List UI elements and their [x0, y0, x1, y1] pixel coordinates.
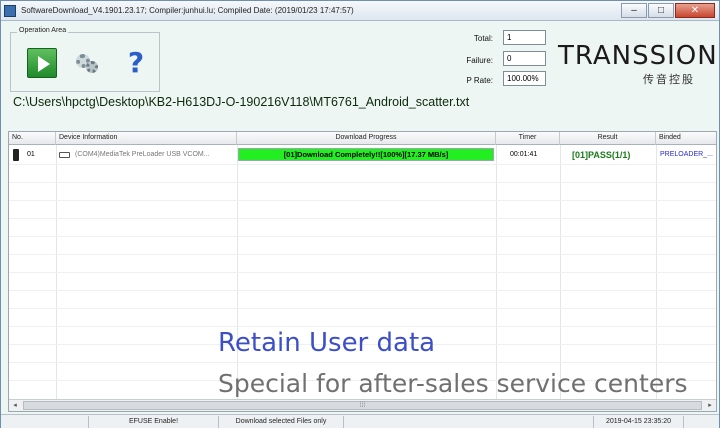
- total-field: 1: [503, 30, 546, 45]
- column-header-no[interactable]: No.: [9, 132, 56, 145]
- overlay-retain-user-data: Retain User data: [218, 328, 436, 358]
- download-progress-bar: [01]Download Completely!![100%][17.37 MB…: [238, 148, 494, 161]
- datetime-status: 2019-04-15 23:35:20: [594, 416, 684, 428]
- table-header: No. Device Information Download Progress…: [9, 132, 716, 145]
- title-bar[interactable]: SoftwareDownload_V4.1901.23.17; Compiler…: [1, 1, 719, 21]
- status-bar: EFUSE Enable! Download selected Files on…: [1, 414, 719, 428]
- app-icon: [4, 5, 16, 17]
- gear-icon[interactable]: [72, 48, 102, 78]
- scroll-left-icon[interactable]: ◂: [9, 400, 21, 411]
- window-title: SoftwareDownload_V4.1901.23.17; Compiler…: [21, 6, 354, 15]
- usb-icon: [59, 152, 70, 158]
- column-header-device[interactable]: Device Information: [56, 132, 237, 145]
- efuse-status: EFUSE Enable!: [89, 416, 219, 428]
- timer-value: 00:01:41: [510, 151, 538, 158]
- help-icon[interactable]: ?: [121, 48, 151, 78]
- close-button[interactable]: ✕: [675, 3, 715, 18]
- total-label: Total:: [473, 34, 493, 43]
- device-info: (COM4)MediaTek PreLoader USB VCOM...: [75, 151, 210, 158]
- column-header-progress[interactable]: Download Progress: [237, 132, 496, 145]
- download-progress-text: [01]Download Completely!![100%][17.37 MB…: [283, 150, 449, 159]
- horizontal-scrollbar[interactable]: ◂ ⁞⁞⁞ ▸: [9, 399, 716, 411]
- operation-area: Operation Area ?: [10, 27, 160, 92]
- column-header-timer[interactable]: Timer: [496, 132, 560, 145]
- scroll-right-icon[interactable]: ▸: [704, 400, 716, 411]
- table-row[interactable]: 01 (COM4)MediaTek PreLoader USB VCOM... …: [9, 146, 716, 164]
- result-value: [01]PASS(1/1): [572, 150, 631, 160]
- row-number: 01: [27, 151, 35, 158]
- play-icon[interactable]: [27, 48, 57, 78]
- maximize-button[interactable]: □: [648, 3, 674, 18]
- scatter-file-path: C:\Users\hpctg\Desktop\KB2-H613DJ-O-1902…: [13, 95, 470, 109]
- app-window: SoftwareDownload_V4.1901.23.17; Compiler…: [0, 0, 720, 428]
- transsion-logo-subtitle: 传音控股: [643, 74, 695, 86]
- failure-label: Failure:: [466, 56, 493, 65]
- prate-label: P Rate:: [466, 76, 493, 85]
- prate-field: 100.00%: [503, 71, 546, 86]
- phone-icon: [13, 149, 19, 161]
- binded-value: PRELOADER_...: [660, 151, 713, 158]
- overlay-service-centers: Special for after-sales service centers: [218, 369, 688, 398]
- download-mode-status: Download selected Files only: [219, 416, 344, 428]
- column-header-result[interactable]: Result: [560, 132, 656, 145]
- column-header-binded[interactable]: Binded: [656, 132, 716, 145]
- failure-field: 0: [503, 51, 546, 66]
- scrollbar-thumb[interactable]: ⁞⁞⁞: [23, 401, 702, 410]
- transsion-logo: TRANSSION: [558, 41, 718, 71]
- operation-area-label: Operation Area: [17, 27, 69, 34]
- minimize-button[interactable]: –: [621, 3, 647, 18]
